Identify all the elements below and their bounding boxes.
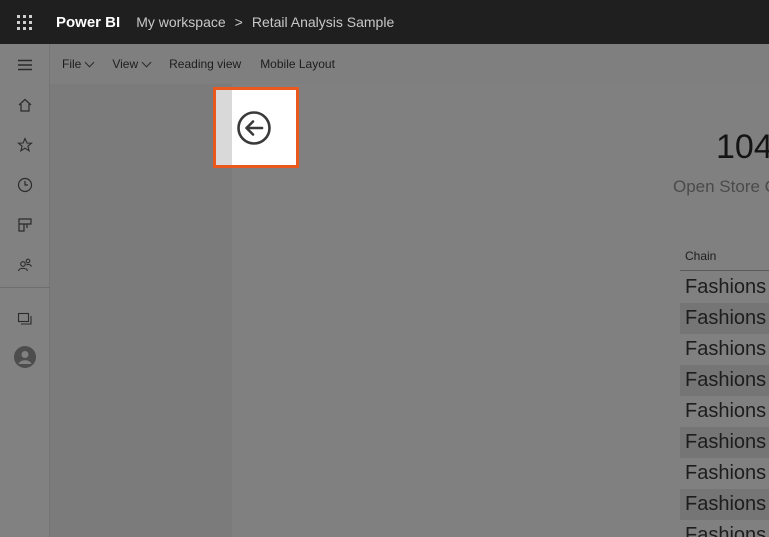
pages-pane-edge (216, 90, 232, 165)
table-row: Fashions (685, 276, 767, 298)
breadcrumb-report[interactable]: Retail Analysis Sample (252, 14, 394, 30)
nav-divider (0, 287, 50, 288)
chevron-down-icon (84, 57, 95, 67)
home-icon[interactable] (14, 94, 36, 116)
breadcrumb-separator: > (234, 14, 243, 30)
table-row: Fashions (680, 303, 769, 334)
reading-view-label: Reading view (169, 57, 242, 71)
mobile-layout-label: Mobile Layout (260, 57, 335, 71)
pages-pane (50, 84, 232, 537)
view-menu-label: View (112, 57, 139, 71)
people-icon[interactable] (14, 254, 36, 276)
left-navigation (0, 44, 50, 537)
view-menu[interactable]: View (112, 57, 152, 71)
kpi-card-value: 104 (716, 128, 769, 166)
profile-icon[interactable] (14, 346, 36, 368)
chevron-down-icon (141, 57, 152, 67)
table-row: Fashions (685, 400, 767, 422)
file-menu[interactable]: File (62, 57, 95, 71)
workspaces-icon[interactable] (14, 308, 36, 330)
table-row: Fashions (685, 338, 767, 360)
table-row: Fashions (680, 427, 769, 458)
hamburger-icon[interactable] (14, 54, 36, 76)
expand-pages-panel (213, 87, 299, 168)
app-launcher-button[interactable] (0, 0, 48, 44)
clock-icon[interactable] (14, 174, 36, 196)
waffle-icon (16, 14, 32, 30)
kpi-card-label: Open Store C (673, 177, 769, 196)
star-icon[interactable] (14, 134, 36, 156)
table-header-chain[interactable]: Chain (680, 244, 769, 271)
breadcrumb-workspace[interactable]: My workspace (136, 14, 225, 30)
file-menu-label: File (62, 57, 82, 71)
report-toolbar: File View Reading view Mobile Layout (50, 44, 769, 84)
table-row: Fashions (680, 365, 769, 396)
table-row: Fashions (680, 489, 769, 520)
apps-icon[interactable] (14, 214, 36, 236)
table-row: Fashions (685, 462, 767, 484)
mobile-layout-button[interactable]: Mobile Layout (260, 57, 335, 71)
expand-pages-button[interactable] (236, 110, 272, 146)
brand-title[interactable]: Power BI (56, 14, 120, 31)
top-bar: Power BI My workspace > Retail Analysis … (0, 0, 769, 44)
arrow-left-circle-icon (237, 111, 271, 145)
table-row: Fashions (685, 524, 767, 537)
reading-view-button[interactable]: Reading view (169, 57, 241, 71)
